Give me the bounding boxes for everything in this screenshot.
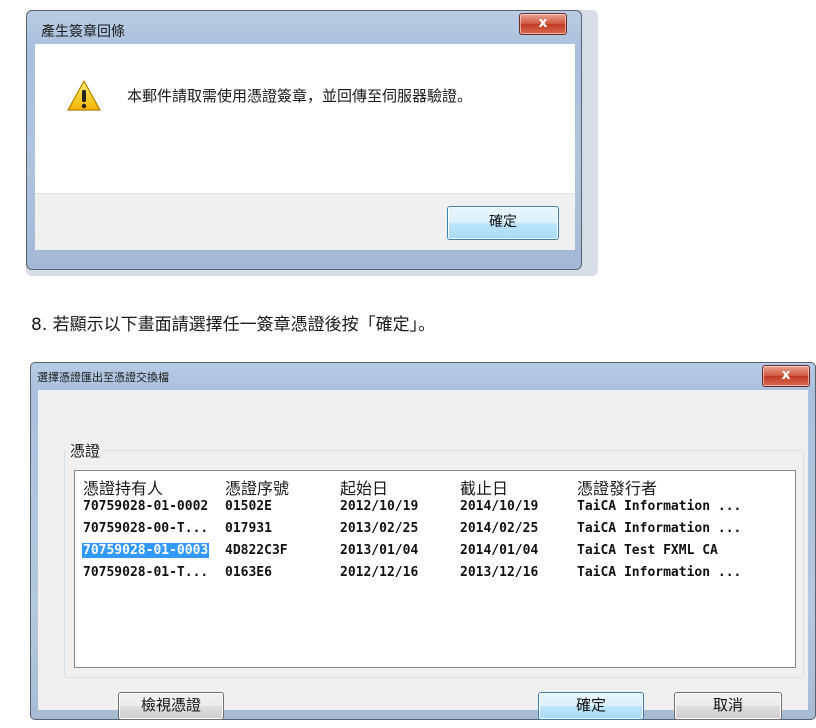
- cell-issuer: TaiCA Test FXML CA: [577, 543, 718, 558]
- cell-holder: 70759028-01-0003: [82, 543, 210, 558]
- cell-issuer: TaiCA Information ...: [577, 521, 742, 536]
- column-header-end-date[interactable]: 截止日: [460, 475, 508, 499]
- cell-end-date: 2014/01/04: [460, 543, 539, 558]
- cell-holder: 70759028-01-0002: [83, 499, 209, 514]
- ok-button[interactable]: 確定: [447, 206, 559, 240]
- cell-holder: 70759028-00-T...: [83, 521, 209, 536]
- view-certificate-button[interactable]: 檢視憑證: [118, 692, 224, 720]
- cell-issuer: TaiCA Information ...: [577, 499, 742, 514]
- close-button[interactable]: x: [519, 13, 567, 35]
- warning-icon: [67, 80, 101, 111]
- cell-start-date: 2013/01/04: [340, 543, 419, 558]
- dialog-message: 本郵件請取需使用憑證簽章，並回傳至伺服器驗證。: [127, 87, 473, 105]
- dialog-title: 選擇憑證匯出至憑證交換檔: [37, 371, 169, 384]
- cell-serial: 017931: [225, 521, 272, 536]
- sign-receipt-dialog: 產生簽章回條 x 本郵件請取需使用憑證簽章，並回傳至伺服器驗證。 確定: [26, 10, 598, 276]
- cell-serial: 4D822C3F: [225, 543, 288, 558]
- certificate-list[interactable]: 憑證持有人 憑證序號 起始日 截止日 憑證發行者 70759028-01-000…: [74, 470, 796, 668]
- column-header-issuer[interactable]: 憑證發行者: [577, 475, 657, 499]
- dialog-body: 憑證 憑證持有人 憑證序號 起始日 截止日 憑證發行者 70759028-01-…: [38, 390, 808, 720]
- column-header-serial[interactable]: 憑證序號: [225, 475, 289, 499]
- cell-end-date: 2014/02/25: [460, 521, 539, 536]
- ok-button-label: 確定: [489, 214, 517, 230]
- dialog-title: 產生簽章回條: [41, 24, 125, 40]
- list-item-selected[interactable]: 70759028-01-0003 4D822C3F 2013/01/04 201…: [75, 541, 795, 563]
- close-icon: x: [781, 367, 791, 383]
- view-certificate-label: 檢視憑證: [140, 696, 201, 714]
- cell-serial: 0163E6: [225, 565, 272, 580]
- step-instruction: 8. 若顯示以下畫面請選擇任一簽章憑證後按「確定」。: [31, 315, 436, 335]
- list-item[interactable]: 70759028-01-0002 01502E 2012/10/19 2014/…: [75, 497, 795, 519]
- ok-button-label: 確定: [575, 696, 606, 714]
- cell-start-date: 2013/02/25: [340, 521, 419, 536]
- cell-serial: 01502E: [225, 499, 272, 514]
- close-icon: x: [538, 15, 548, 31]
- cell-start-date: 2012/12/16: [340, 565, 419, 580]
- cell-holder: 70759028-01-T...: [83, 565, 209, 580]
- select-certificate-dialog: 選擇憑證匯出至憑證交換檔 x 憑證 憑證持有人 憑證序號 起始日 截止日 憑證發…: [30, 362, 816, 720]
- list-item[interactable]: 70759028-00-T... 017931 2013/02/25 2014/…: [75, 519, 795, 541]
- ok-button[interactable]: 確定: [538, 692, 644, 720]
- close-button[interactable]: x: [762, 365, 810, 387]
- cancel-button-label: 取消: [712, 696, 743, 714]
- cell-issuer: TaiCA Information ...: [577, 565, 742, 580]
- column-header-start-date[interactable]: 起始日: [340, 475, 388, 499]
- cell-end-date: 2014/10/19: [460, 499, 539, 514]
- cancel-button[interactable]: 取消: [674, 692, 782, 720]
- group-label: 憑證: [66, 440, 105, 461]
- cell-start-date: 2012/10/19: [340, 499, 419, 514]
- dialog-frame: 產生簽章回條 x 本郵件請取需使用憑證簽章，並回傳至伺服器驗證。 確定: [26, 10, 582, 270]
- cell-end-date: 2013/12/16: [460, 565, 539, 580]
- dialog-body: [35, 44, 575, 193]
- list-item[interactable]: 70759028-01-T... 0163E6 2012/12/16 2013/…: [75, 563, 795, 585]
- column-header-holder[interactable]: 憑證持有人: [83, 475, 163, 499]
